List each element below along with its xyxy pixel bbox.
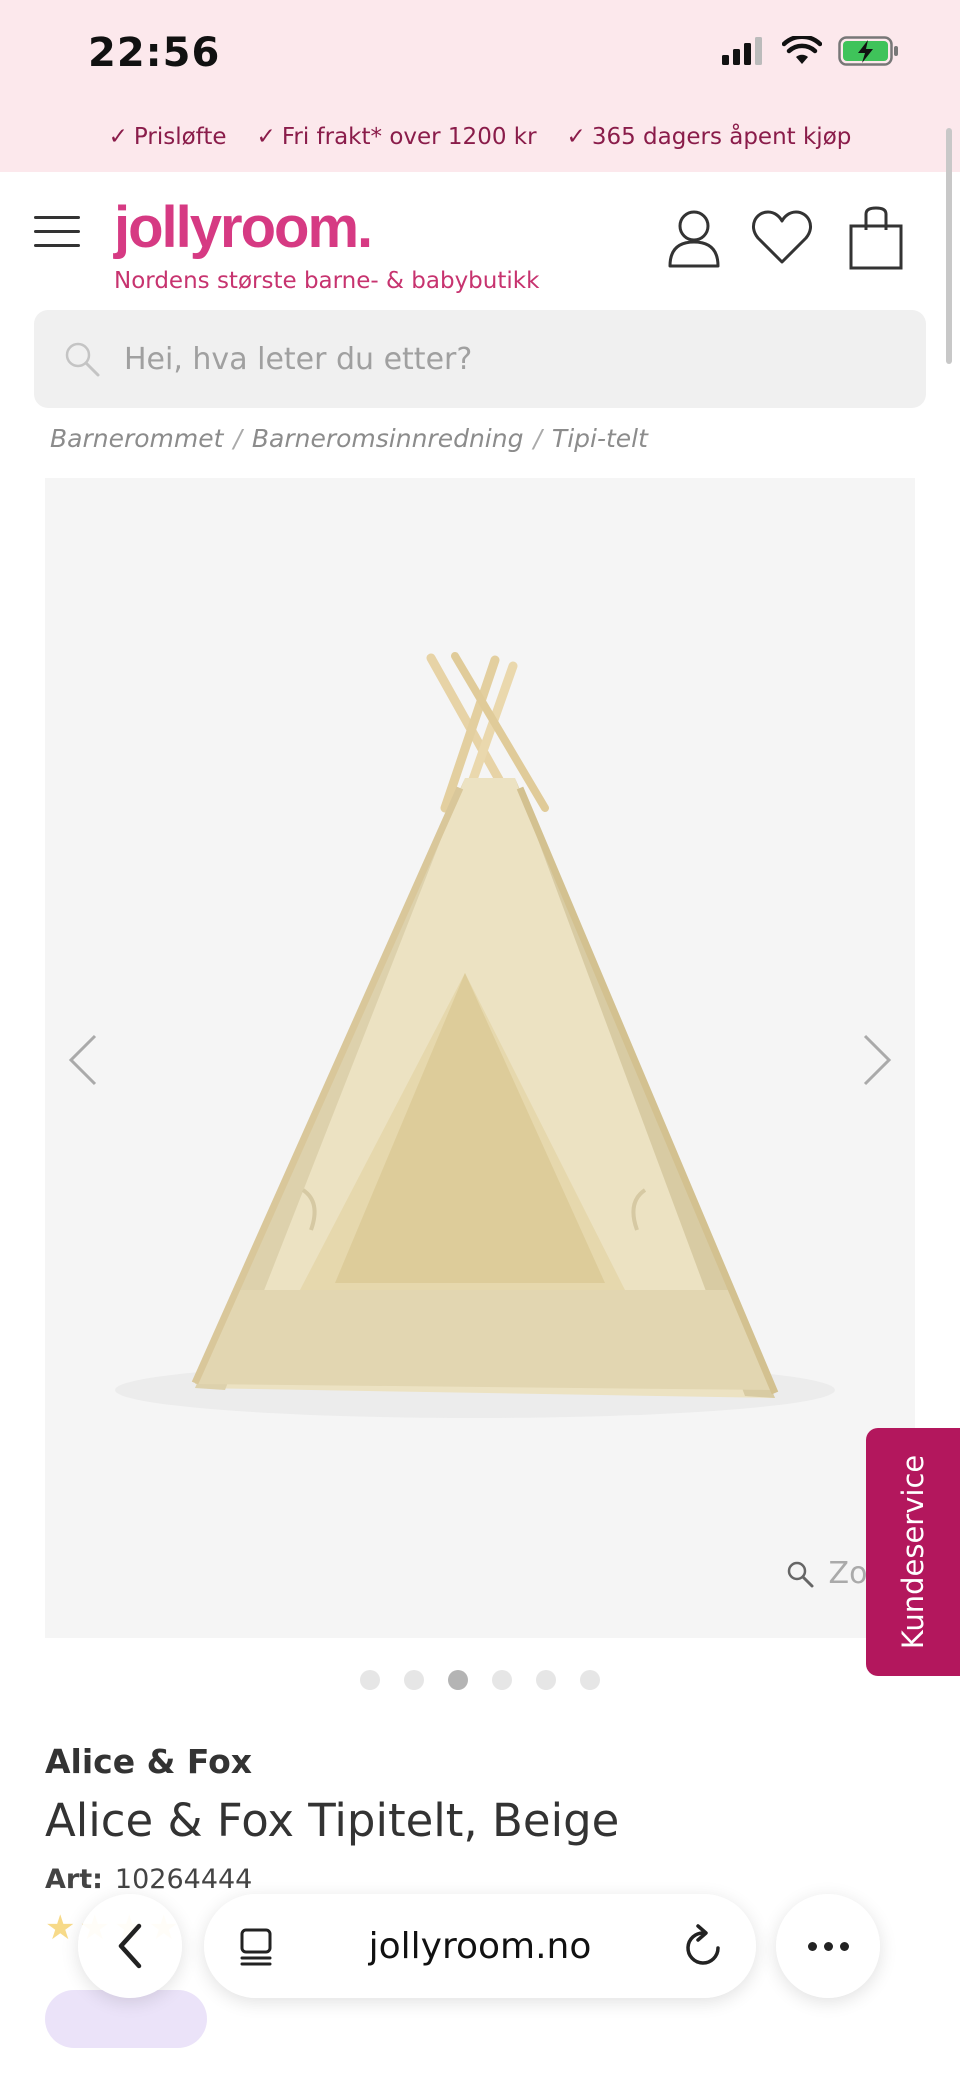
gallery-dot[interactable]: [580, 1670, 600, 1690]
gallery-dot[interactable]: [536, 1670, 556, 1690]
usp-item: ✓ Prisløfte: [109, 124, 227, 150]
breadcrumb-item-barneromsinnredning[interactable]: Barneromsinnredning: [252, 424, 524, 453]
account-icon[interactable]: [664, 206, 724, 270]
check-icon: ✓: [108, 124, 128, 150]
zoom-magnifier-icon: [787, 1561, 814, 1587]
breadcrumb-item-barnerommet[interactable]: Barnerommet: [50, 424, 223, 453]
breadcrumb-separator: /: [233, 424, 242, 453]
battery-charging-icon: [838, 36, 898, 66]
wishlist-heart-icon[interactable]: [750, 206, 814, 270]
reload-icon[interactable]: [682, 1922, 726, 1970]
site-header: jollyroom. Nordens største barne- & baby…: [0, 172, 960, 302]
usp-label: Fri frakt* over 1200 kr: [281, 124, 537, 150]
previous-image-chevron-icon[interactable]: [63, 1030, 103, 1090]
check-icon: ✓: [256, 124, 276, 150]
menu-icon[interactable]: [34, 216, 80, 250]
gallery-dot[interactable]: [360, 1670, 380, 1690]
breadcrumb: Barnerommet / Barneromsinnredning / Tipi…: [50, 424, 648, 453]
customer-service-tab[interactable]: Kundeservice: [866, 1428, 960, 1676]
top-banner: 22:56 ✓ Prisløfte ✓ Fri frakt* over 1200…: [0, 0, 960, 172]
gallery-pagination: [0, 1670, 960, 1690]
chevron-left-icon: [118, 1923, 142, 1969]
gallery-dot[interactable]: [404, 1670, 424, 1690]
scrollbar-thumb[interactable]: [946, 128, 952, 364]
product-title: Alice & Fox Tipitelt, Beige: [45, 1794, 620, 1847]
more-options-icon[interactable]: [776, 1894, 880, 1998]
browser-toolbar: jollyroom.no: [0, 1880, 960, 2020]
gallery-dot[interactable]: [492, 1670, 512, 1690]
usp-label: 365 dagers åpent kjøp: [591, 124, 852, 150]
site-tagline: Nordens største barne- & babybutikk: [114, 268, 540, 294]
product-image-teepee: [115, 652, 835, 1418]
next-image-chevron-icon[interactable]: [857, 1030, 897, 1090]
check-icon: ✓: [566, 124, 586, 150]
url-text: jollyroom.no: [368, 1926, 592, 1967]
shopping-bag-icon[interactable]: [846, 206, 906, 270]
site-logo[interactable]: jollyroom.: [114, 194, 373, 261]
status-time: 22:56: [88, 30, 221, 76]
search-icon: [65, 342, 100, 377]
usp-item: ✓ Fri frakt* over 1200 kr: [257, 124, 537, 150]
breadcrumb-item-tipi-telt[interactable]: Tipi-telt: [552, 424, 648, 453]
usp-row: ✓ Prisløfte ✓ Fri frakt* over 1200 kr ✓ …: [0, 124, 960, 150]
product-gallery[interactable]: Zoom: [45, 478, 915, 1638]
signal-icon: [722, 37, 762, 65]
gallery-dot-active[interactable]: [448, 1670, 468, 1690]
product-brand[interactable]: Alice & Fox: [45, 1742, 252, 1781]
usp-label: Prisløfte: [133, 124, 227, 150]
usp-item: ✓ 365 dagers åpent kjøp: [567, 124, 852, 150]
search-input[interactable]: [124, 341, 884, 377]
breadcrumb-separator: /: [533, 424, 542, 453]
customer-service-label: Kundeservice: [896, 1454, 930, 1650]
wifi-icon: [782, 36, 822, 64]
search-bar[interactable]: [34, 310, 926, 408]
status-icons: [722, 36, 900, 66]
browser-back-button[interactable]: [78, 1894, 182, 1998]
address-bar[interactable]: jollyroom.no: [204, 1894, 756, 1998]
